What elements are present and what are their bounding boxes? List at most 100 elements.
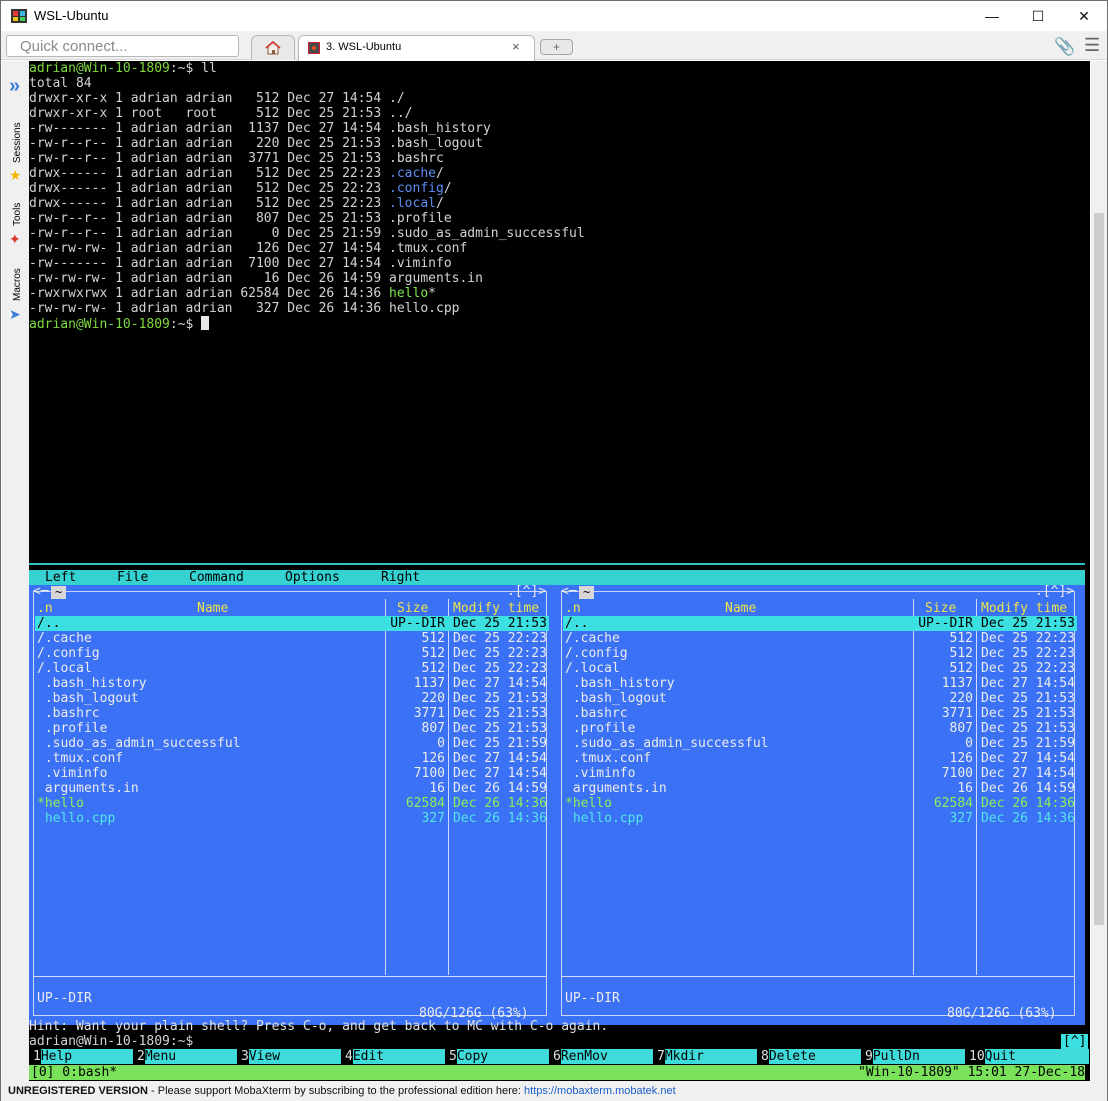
mc-file-row[interactable]: .bashrc 3771 Dec 25 21:53 — [563, 706, 1077, 721]
mc-file-row[interactable]: .viminfo 7100 Dec 27 14:54 — [563, 766, 1077, 781]
mc-file-row[interactable]: /.cache 512 Dec 25 22:23 — [563, 631, 1077, 646]
quick-connect-input[interactable]: Quick connect... — [6, 35, 239, 57]
hamburger-menu-icon[interactable]: ☰ — [1084, 35, 1100, 56]
mc-file-row[interactable]: .profile 807 Dec 25 21:53 — [563, 721, 1077, 736]
listing-meta: -rw-r--r-- 1 adrian adrian 0 Dec 25 21:5… — [29, 226, 390, 241]
tab-close-icon[interactable]: × — [512, 39, 520, 54]
file-name: /.config — [565, 646, 628, 661]
mc-file-row[interactable]: .bash_logout 220 Dec 25 21:53 — [563, 691, 1077, 706]
mc-file-row[interactable]: .bash_logout 220 Dec 25 21:53 — [35, 691, 549, 706]
listing-name: .bashrc — [389, 151, 444, 166]
tmux-window-list[interactable]: [0] 0:bash* — [31, 1065, 117, 1080]
fkey-delete[interactable]: 8Delete — [761, 1049, 861, 1064]
mc-file-row[interactable]: .viminfo 7100 Dec 27 14:54 — [35, 766, 549, 781]
listing-meta: drwx------ 1 adrian adrian 512 Dec 25 22… — [29, 181, 390, 196]
mc-file-row[interactable]: .bash_history 1137 Dec 27 14:54 — [563, 676, 1077, 691]
terminal[interactable]: adrian@Win-10-1809:~$ ll total 84 drwxr-… — [29, 61, 1090, 1081]
listing-name: .profile — [389, 211, 452, 226]
listing-meta: drwx------ 1 adrian adrian 512 Dec 25 22… — [29, 166, 390, 181]
col-header-n[interactable]: .n — [37, 601, 53, 616]
fkey-label: Help — [40, 1049, 133, 1064]
file-name: /.. — [565, 616, 589, 631]
paperclip-icon[interactable]: 📎 — [1054, 37, 1075, 57]
mc-file-row[interactable]: arguments.in 16 Dec 26 14:59 — [563, 781, 1077, 796]
fkey-edit[interactable]: 4Edit — [345, 1049, 445, 1064]
new-tab-button[interactable]: + — [540, 39, 573, 55]
expand-sidebar-icon[interactable]: » — [9, 76, 20, 96]
file-size: 220 — [421, 691, 445, 706]
panel-path-tab[interactable]: ~ — [51, 586, 67, 599]
col-header-name[interactable]: Name — [725, 601, 756, 616]
close-button[interactable]: ✕ — [1061, 1, 1107, 31]
terminal-listing-row: drwxr-xr-x 1 adrian adrian 512 Dec 27 14… — [29, 91, 405, 106]
file-name: arguments.in — [565, 781, 667, 796]
fkey-pulldn[interactable]: 9PullDn — [865, 1049, 965, 1064]
sessions-tab[interactable]: Sessions — [12, 122, 23, 163]
mc-right-panel[interactable]: <─ ~ .[^]> .n Name Size Modify time /.. UP--DIR D… — [557, 584, 1079, 1025]
file-name: .sudo_as_admin_successful — [565, 736, 769, 751]
tools-tab[interactable]: Tools — [12, 203, 23, 226]
mc-file-row[interactable]: /.local 512 Dec 25 22:23 — [563, 661, 1077, 676]
mc-menu-command[interactable]: Command — [189, 570, 244, 585]
mc-menu-options[interactable]: Options — [285, 570, 340, 585]
fkey-quit[interactable]: 10Quit — [969, 1049, 1089, 1064]
mc-file-row[interactable]: /.config 512 Dec 25 22:23 — [563, 646, 1077, 661]
col-header-size[interactable]: Size — [925, 601, 956, 616]
mc-file-row[interactable]: hello.cpp 327 Dec 26 14:36 — [563, 811, 1077, 826]
mc-hint: Hint: Want your plain shell? Press C-o, … — [29, 1019, 609, 1034]
file-size: 16 — [429, 781, 445, 796]
mobaxterm-link[interactable]: https://mobaxterm.mobatek.net — [524, 1085, 676, 1097]
file-modified: Dec 26 14:36 — [453, 796, 547, 811]
mc-command-prompt[interactable]: adrian@Win-10-1809:~$ [^] — [29, 1034, 1089, 1049]
file-size: 327 — [949, 811, 973, 826]
panel-path-tab[interactable]: ~ — [579, 586, 595, 599]
maximize-button[interactable]: ☐ — [1015, 1, 1061, 31]
tab-wsl-ubuntu[interactable]: 3. WSL-Ubuntu × — [298, 35, 535, 61]
fkey-mkdir[interactable]: 7Mkdir — [657, 1049, 757, 1064]
mc-file-row[interactable]: .sudo_as_admin_successful 0 Dec 25 21:59 — [563, 736, 1077, 751]
file-modified: Dec 25 21:53 — [981, 721, 1075, 736]
mc-file-row[interactable]: /.local 512 Dec 25 22:23 — [35, 661, 549, 676]
file-modified: Dec 25 21:53 — [981, 691, 1075, 706]
mc-file-row[interactable]: hello.cpp 327 Dec 26 14:36 — [35, 811, 549, 826]
mc-file-row[interactable]: /.. UP--DIR Dec 25 21:53 — [35, 616, 549, 631]
col-header-name[interactable]: Name — [197, 601, 228, 616]
mc-file-row[interactable]: *hello 62584 Dec 26 14:36 — [35, 796, 549, 811]
fkey-view[interactable]: 3View — [241, 1049, 341, 1064]
mc-file-row[interactable]: .sudo_as_admin_successful 0 Dec 25 21:59 — [35, 736, 549, 751]
col-header-modify[interactable]: Modify time — [453, 601, 539, 616]
mc-menu-left[interactable]: Left — [45, 570, 76, 585]
macros-tab[interactable]: Macros — [12, 268, 23, 301]
mc-menu-file[interactable]: File — [117, 570, 148, 585]
fkey-menu[interactable]: 2Menu — [137, 1049, 237, 1064]
mc-left-panel[interactable]: <─ ~ .[^]> .n Name Size Modify time /.. UP--DIR D… — [29, 584, 551, 1025]
fkey-renmov[interactable]: 6RenMov — [553, 1049, 653, 1064]
mc-file-row[interactable]: *hello 62584 Dec 26 14:36 — [563, 796, 1077, 811]
col-header-modify[interactable]: Modify time — [981, 601, 1067, 616]
home-tab[interactable] — [251, 35, 295, 60]
col-header-size[interactable]: Size — [397, 601, 428, 616]
fkey-help[interactable]: 1Help — [33, 1049, 133, 1064]
mc-file-row[interactable]: .tmux.conf 126 Dec 27 14:54 — [563, 751, 1077, 766]
mc-menu-right[interactable]: Right — [381, 570, 420, 585]
terminal-scrollbar[interactable] — [1091, 61, 1107, 1081]
fkey-label: Menu — [144, 1049, 237, 1064]
mc-file-row[interactable]: .bashrc 3771 Dec 25 21:53 — [35, 706, 549, 721]
panel-corner-controls[interactable]: .[^]> — [1035, 584, 1074, 599]
panel-corner-controls[interactable]: .[^]> — [507, 584, 546, 599]
mc-file-row[interactable]: /.cache 512 Dec 25 22:23 — [35, 631, 549, 646]
file-name: hello.cpp — [37, 811, 116, 826]
minimize-button[interactable]: — — [969, 1, 1015, 31]
file-name: /.local — [37, 661, 92, 676]
pane-separator[interactable] — [29, 563, 1085, 565]
mc-file-row[interactable]: arguments.in 16 Dec 26 14:59 — [35, 781, 549, 796]
fkey-copy[interactable]: 5Copy — [449, 1049, 549, 1064]
scrollbar-thumb[interactable] — [1094, 213, 1104, 925]
mc-file-row[interactable]: /.. UP--DIR Dec 25 21:53 — [563, 616, 1077, 631]
mc-file-row[interactable]: .profile 807 Dec 25 21:53 — [35, 721, 549, 736]
col-header-n[interactable]: .n — [565, 601, 581, 616]
mc-file-row[interactable]: .tmux.conf 126 Dec 27 14:54 — [35, 751, 549, 766]
mc-file-row[interactable]: .bash_history 1137 Dec 27 14:54 — [35, 676, 549, 691]
file-name: .profile — [37, 721, 108, 736]
mc-file-row[interactable]: /.config 512 Dec 25 22:23 — [35, 646, 549, 661]
